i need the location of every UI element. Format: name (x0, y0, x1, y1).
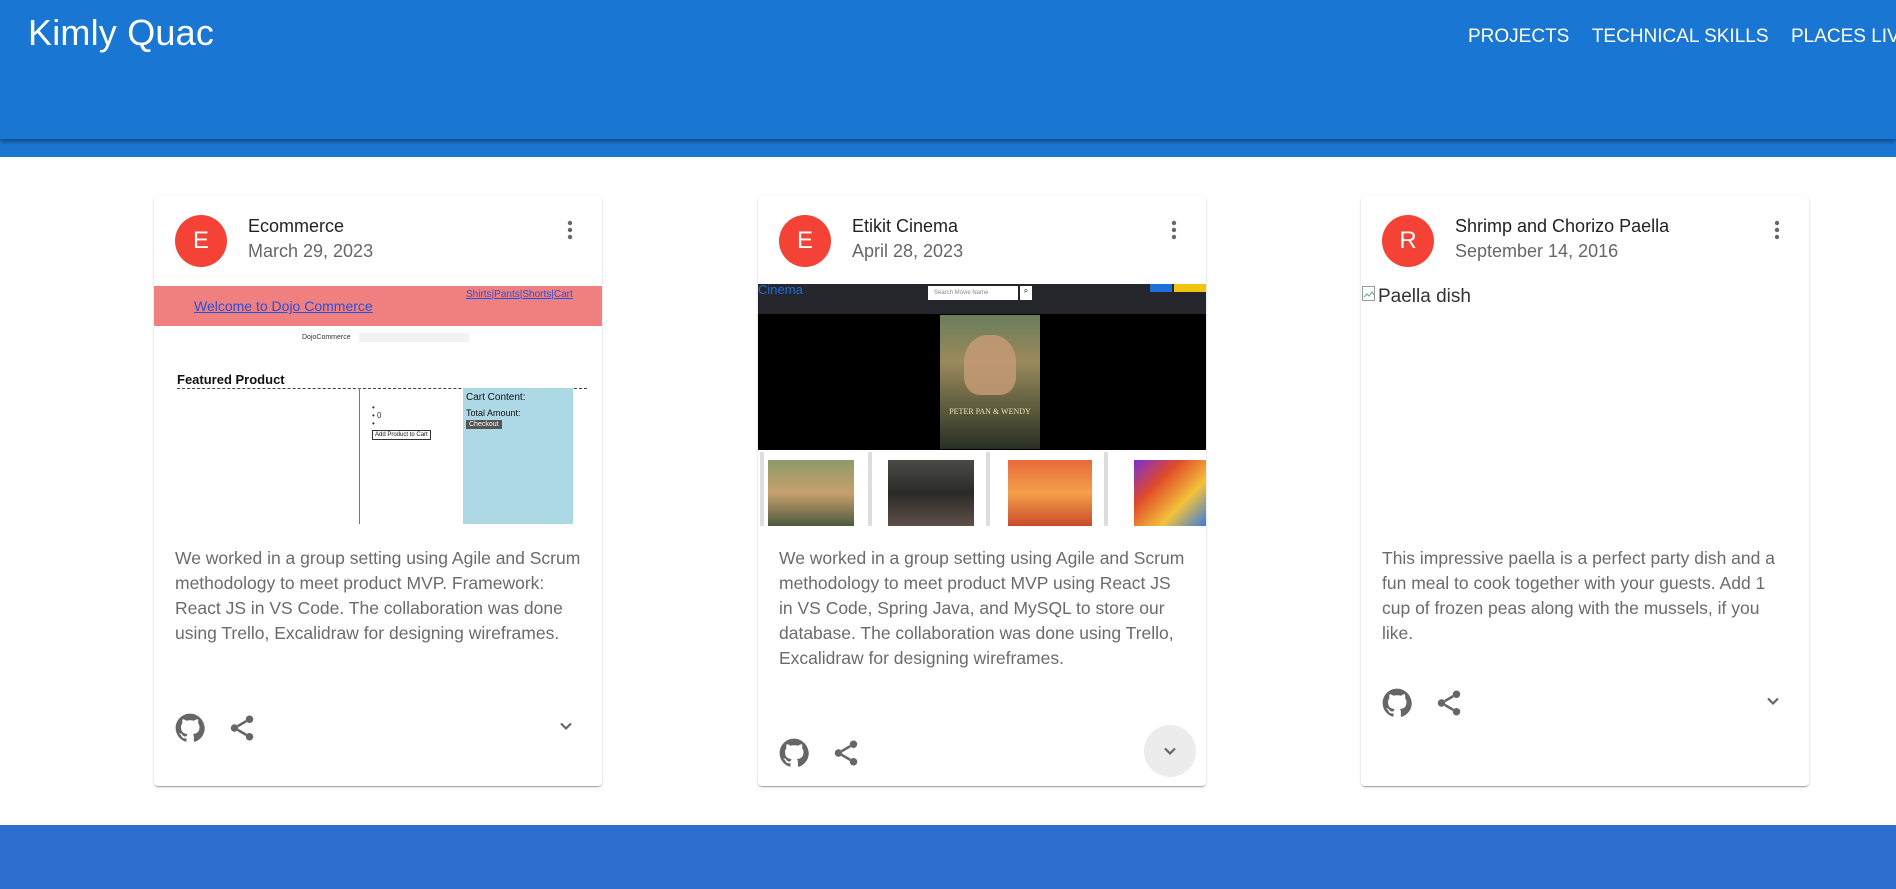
nav-technical-skills[interactable]: TECHNICAL SKILLS (1592, 26, 1769, 48)
card-media-ecommerce-screenshot: Welcome to Dojo Commerce Shirts|Pants|Sh… (154, 286, 602, 526)
github-icon[interactable] (175, 713, 205, 743)
expand-more-icon (560, 722, 572, 731)
avatar: R (1382, 215, 1434, 267)
app-bar: Kimly Quac PROJECTS TECHNICAL SKILLS PLA… (0, 0, 1896, 157)
card-date: September 14, 2016 (1455, 241, 1619, 261)
card-actions (758, 723, 1206, 779)
card-header: E Ecommerce March 29, 2023 (154, 196, 602, 286)
card-description: We worked in a group setting using Agile… (779, 548, 1185, 668)
mock-searchbar (359, 333, 469, 342)
github-icon[interactable] (779, 738, 809, 768)
mock-search: Search Movie Name (928, 286, 1018, 300)
card-actions (1361, 673, 1809, 729)
card-description: We worked in a group setting using Agile… (175, 548, 581, 643)
mock-add-button: Add Product to Cart (372, 430, 431, 440)
share-icon[interactable] (1434, 688, 1464, 718)
github-icon[interactable] (1382, 688, 1412, 718)
mock-nav-links: Shirts|Pants|Shorts|Cart (466, 289, 573, 300)
mock-brand: DojoCommerce (302, 334, 351, 341)
project-card-ecommerce: E Ecommerce March 29, 2023 Welcome to Do… (154, 196, 602, 786)
broken-image: Paella dish (1361, 284, 1809, 308)
app-title[interactable]: Kimly Quac (28, 12, 214, 54)
mock-search-icon: ⌕ (1020, 286, 1032, 300)
card-header: R Shrimp and Chorizo Paella September 14… (1361, 196, 1809, 286)
recipe-card-paella: R Shrimp and Chorizo Paella September 14… (1361, 196, 1809, 786)
card-title: Etikit Cinema (852, 216, 959, 236)
mock-bullets: • • 0 • (372, 403, 382, 428)
app-bar-toolbar: Kimly Quac PROJECTS TECHNICAL SKILLS PLA… (0, 0, 1896, 139)
more-vert-icon[interactable] (1162, 218, 1186, 242)
avatar: E (779, 215, 831, 267)
card-date: April 28, 2023 (852, 241, 964, 261)
expand-more-icon (1767, 697, 1779, 706)
project-card-etikit-cinema: E Etikit Cinema April 28, 2023 Cinema Se… (758, 196, 1206, 786)
mock-welcome-link: Welcome to Dojo Commerce (194, 298, 373, 314)
mock-featured-poster: PETER PAN & WENDY (940, 315, 1040, 449)
mock-movie-row (758, 452, 1206, 526)
nav-places-lived[interactable]: PLACES LIV (1791, 26, 1896, 48)
card-title: Ecommerce (248, 216, 345, 236)
card-actions (154, 698, 602, 754)
expand-more-button[interactable] (1144, 725, 1196, 777)
card-date: March 29, 2023 (248, 241, 374, 261)
card-header: E Etikit Cinema April 28, 2023 (758, 196, 1206, 286)
broken-image-icon (1362, 286, 1375, 301)
mock-featured-title: Featured Product (177, 372, 285, 387)
mock-column-line (359, 388, 360, 524)
nav-projects[interactable]: PROJECTS (1468, 26, 1569, 48)
footer-section (0, 825, 1896, 889)
image-alt-text: Paella dish (1378, 286, 1471, 307)
expand-more-icon (1164, 747, 1176, 756)
avatar: E (175, 215, 227, 267)
mock-home-btn (1150, 284, 1172, 292)
share-icon[interactable] (227, 713, 257, 743)
card-title: Shrimp and Chorizo Paella (1455, 216, 1670, 236)
card-media-broken-image: Paella dish (1361, 284, 1809, 524)
mock-cart-panel: Cart Content: Total Amount: Checkout (463, 388, 573, 524)
card-description: This impressive paella is a perfect part… (1382, 548, 1775, 643)
share-icon[interactable] (831, 738, 861, 768)
mock-cinema-logo: Cinema (758, 284, 803, 297)
more-vert-icon[interactable] (1765, 218, 1789, 242)
mock-account-btn (1174, 284, 1206, 292)
top-nav: PROJECTS TECHNICAL SKILLS PLACES LIV (1468, 26, 1896, 48)
expand-more-button[interactable] (540, 700, 592, 752)
more-vert-icon[interactable] (558, 218, 582, 242)
expand-more-button[interactable] (1747, 675, 1799, 727)
card-media-cinema-screenshot: Cinema Search Movie Name ⌕ PETER PAN & W… (758, 284, 1206, 526)
